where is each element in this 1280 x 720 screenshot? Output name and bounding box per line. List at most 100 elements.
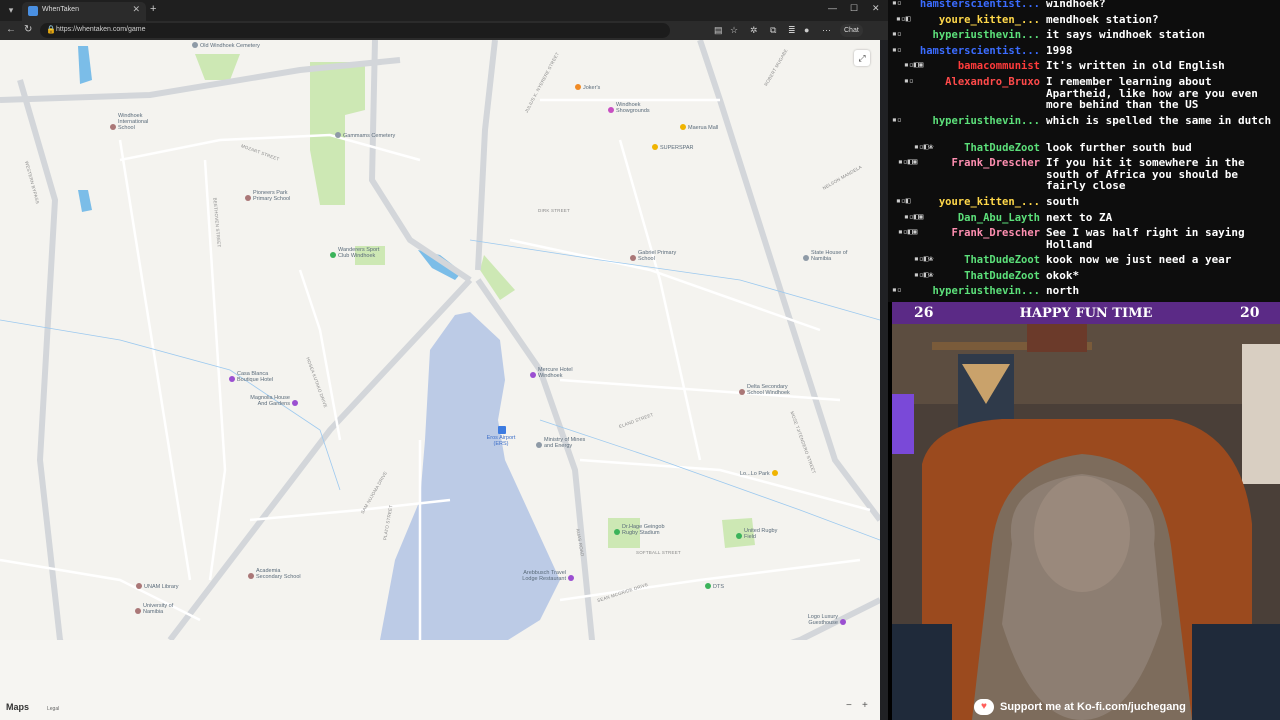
poi-windhoek-showgrounds[interactable]: Windhoek Showgrounds: [608, 102, 662, 114]
street-label: DIRK STREET: [538, 208, 570, 213]
chat-username[interactable]: Dan_Abu_Layth: [890, 212, 1040, 224]
favorite-star-icon[interactable]: ☆: [730, 25, 738, 36]
close-window-icon[interactable]: ✕: [872, 3, 880, 14]
favorites-list-icon[interactable]: ≣: [788, 25, 796, 36]
split-screen-icon[interactable]: ⧉: [770, 25, 776, 36]
poi-magnolia-house[interactable]: Magnolia House And Gardens: [246, 395, 300, 407]
poi-university-of-namibia[interactable]: University of Namibia: [135, 603, 179, 615]
minimize-icon[interactable]: —: [828, 3, 837, 13]
stream-chat: ▪▫ hamsterscientist... windhoek? ▪▫◧ you…: [888, 0, 1280, 302]
landmark-icon: [536, 442, 542, 448]
poi-casa-blanca-boutique-hotel[interactable]: Casa Blanca Boutique Hotel: [229, 371, 281, 383]
chat-username[interactable]: youre_kitten_...: [890, 14, 1040, 26]
poi-dts[interactable]: DTS: [705, 583, 724, 590]
screen: ▾ WhenTaken ✕ + — ☐ ✕ ← ↻ 🔒 https://when…: [0, 0, 1280, 720]
chat-text: It's written in old English: [1046, 59, 1225, 72]
chat-username[interactable]: hamsterscientist...: [890, 0, 1040, 10]
poi-pioneers-park-primary-school[interactable]: Pioneers Park Primary School: [245, 190, 299, 202]
kofi-support-text: Support me at Ko-fi.com/juchegang: [1000, 701, 1186, 713]
poi-superspar[interactable]: SUPERSPAR: [652, 144, 694, 151]
airport-icon: [498, 426, 506, 434]
chat-message: ▪▫◧ youre_kitten_... mendhoek station?: [888, 14, 1280, 27]
chat-username[interactable]: hyperiusthevin...: [890, 115, 1040, 127]
map-legal-link[interactable]: Legal: [47, 706, 59, 712]
url-text: https://whentaken.com/game: [56, 26, 146, 33]
chat-message: ▪▫ hyperiusthevin... it says windhoek st…: [888, 29, 1280, 42]
tab-close-icon[interactable]: ✕: [132, 4, 140, 15]
poi-academia-secondary-school[interactable]: Academia Secondary School: [248, 568, 308, 580]
maximize-icon[interactable]: ☐: [850, 3, 858, 14]
stadium-icon: [736, 533, 742, 539]
chat-username[interactable]: Alexandro_Bruxo: [890, 76, 1040, 88]
chat-message: ▪▫ hamsterscientist... windhoek?: [888, 0, 1280, 11]
chat-username[interactable]: Frank_Drescher: [890, 227, 1040, 239]
lock-icon: 🔒: [46, 25, 56, 34]
poi-old-windhoek-cemetery[interactable]: Old Windhoek Cemetery: [192, 42, 260, 49]
poi-eros-airport[interactable]: Eros Airport (ERS): [484, 426, 518, 447]
kofi-support-bar: ♥ Support me at Ko-fi.com/juchegang: [892, 696, 1280, 720]
poi-arebbusch-travel-lodge[interactable]: Arebbusch Travel Lodge Restaurant: [516, 570, 576, 582]
new-tab-plus-icon[interactable]: +: [150, 3, 156, 15]
restaurant-icon: [575, 84, 581, 90]
poi-ministry-of-mines[interactable]: Ministry of Mines and Energy: [536, 437, 594, 449]
zoom-in-button[interactable]: +: [862, 700, 868, 711]
poi-delta-secondary-school[interactable]: Delta Secondary School Windhoek: [739, 384, 795, 396]
reader-mode-icon[interactable]: ▤: [714, 25, 723, 36]
poi-united-rugby-field[interactable]: United Rugby Field: [736, 528, 780, 540]
grocery-icon: [652, 144, 658, 150]
water-body: [78, 46, 92, 84]
poi-jokers[interactable]: Joker's: [575, 84, 600, 91]
poi-windhoek-international-school[interactable]: Windhoek International School: [110, 113, 166, 131]
chat-username[interactable]: youre_kitten_...: [890, 196, 1040, 208]
chat-username[interactable]: Frank_Drescher: [890, 157, 1040, 169]
address-bar[interactable]: 🔒 https://whentaken.com/game: [40, 23, 670, 38]
hotel-icon: [229, 376, 235, 382]
chat-text: next to ZA: [1046, 211, 1113, 224]
tab-search-icon[interactable]: ▾: [4, 3, 18, 17]
chat-username[interactable]: ThatDudeZoot: [890, 270, 1040, 282]
copilot-chat-button[interactable]: Chat: [840, 24, 863, 37]
tab-whentaken[interactable]: WhenTaken ✕: [22, 2, 146, 21]
map-expand-icon[interactable]: ⤢: [854, 50, 870, 66]
more-menu-icon[interactable]: ⋯: [822, 25, 831, 36]
poi-state-house[interactable]: State House of Namibia: [803, 250, 853, 262]
reload-icon[interactable]: ↻: [24, 24, 32, 35]
chat-username[interactable]: bamacommunist: [890, 60, 1040, 72]
zoom-out-button[interactable]: −: [846, 700, 852, 711]
water-body: [78, 190, 92, 212]
poi-unam-library[interactable]: UNAM Library: [136, 583, 179, 590]
map-view[interactable]: Old Windhoek Cemetery Joker's Windhoek S…: [0, 40, 880, 720]
chat-message: ▪▫◧❀ ThatDudeZoot kook now we just need …: [888, 254, 1280, 267]
extensions-icon[interactable]: ✲: [750, 25, 758, 36]
chat-username[interactable]: ThatDudeZoot: [890, 254, 1040, 266]
poi-rugby-stadium[interactable]: Dr.Hage Geingob Rugby Stadium: [614, 524, 674, 536]
whentaken-favicon-icon: [28, 6, 38, 16]
poi-gabriel-primary-school[interactable]: Gabriel Primary School: [630, 250, 684, 262]
poi-mercure-hotel[interactable]: Mercure Hotel Windhoek: [530, 367, 580, 379]
chat-message: ▪▫◧❀ ThatDudeZoot look further south bud: [888, 142, 1280, 155]
browser-toolbar: ← ↻ 🔒 https://whentaken.com/game ▤ ☆ ✲ ⧉…: [0, 21, 888, 40]
chat-message: ▪▫◧▣ Frank_Drescher If you hit it somewh…: [888, 157, 1280, 193]
poi-gammams-cemetery[interactable]: Gammams Cemetery: [335, 132, 395, 139]
chat-username[interactable]: hyperiusthevin...: [890, 285, 1040, 297]
banner-title: HAPPY FUN TIME: [1019, 306, 1153, 321]
chat-username[interactable]: hamsterscientist...: [890, 45, 1040, 57]
chat-username[interactable]: hyperiusthevin...: [890, 29, 1040, 41]
chat-text: south: [1046, 195, 1080, 208]
chat-text: okok*: [1046, 269, 1080, 282]
poi-wanderers-sport-club[interactable]: Wanderers Sport Club Windhoek: [330, 247, 386, 259]
tab-bar: ▾ WhenTaken ✕ + — ☐ ✕: [0, 0, 888, 21]
chat-username[interactable]: ThatDudeZoot: [890, 142, 1040, 154]
poi-maerua-mall[interactable]: Maerua Mall: [680, 124, 718, 131]
school-icon: [110, 124, 116, 130]
poi-lolo-park[interactable]: Lo...Lo Park: [740, 470, 780, 477]
chat-text: See I was half right in saying Holland: [1046, 226, 1245, 251]
banner-right-number: 20: [1240, 305, 1260, 321]
school-icon: [135, 608, 141, 614]
profile-avatar-icon[interactable]: ●: [804, 25, 809, 35]
business-icon: [705, 583, 711, 589]
chat-text: it says windhoek station: [1046, 28, 1205, 41]
poi-logo-luxury-guesthouse[interactable]: Logo Luxury Guesthouse: [800, 614, 848, 626]
chat-message: ▪▫ hyperiusthevin... north: [888, 285, 1280, 298]
back-arrow-icon[interactable]: ←: [6, 24, 16, 35]
